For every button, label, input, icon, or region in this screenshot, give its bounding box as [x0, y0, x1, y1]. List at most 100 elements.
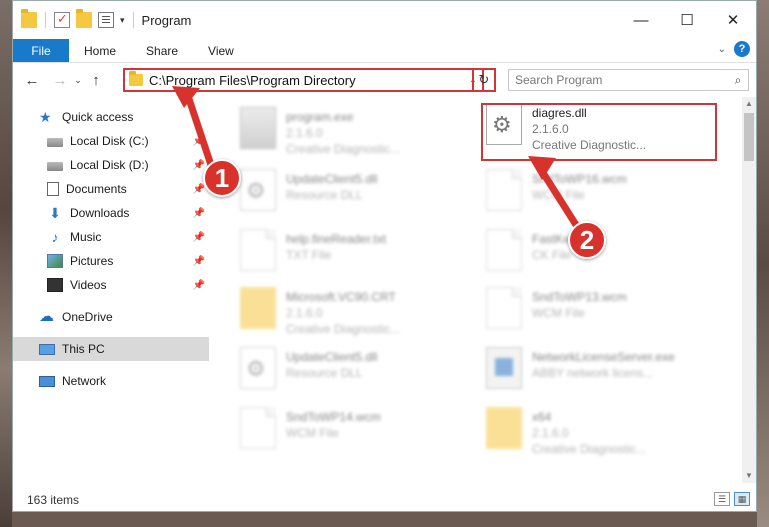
help-icon[interactable]: ?: [734, 41, 750, 57]
properties-check-icon[interactable]: [54, 11, 70, 28]
sidebar-item-label: Music: [70, 230, 102, 244]
search-box[interactable]: ⌕: [508, 69, 749, 91]
pin-icon[interactable]: 📌: [193, 208, 205, 219]
scroll-down-arrow-icon[interactable]: ▼: [742, 469, 756, 483]
tab-home[interactable]: Home: [69, 39, 131, 62]
file-description: Creative Diagnostic...: [286, 322, 401, 336]
file-name: SndToWP16.wcm: [532, 172, 627, 186]
file-version: 2.1.6.0: [532, 426, 569, 440]
drive-icon: [47, 138, 63, 147]
onedrive-cloud-icon: ☁: [39, 308, 54, 325]
new-folder-icon[interactable]: [76, 9, 92, 28]
properties-icon[interactable]: [98, 12, 114, 28]
file-item[interactable]: help.fineReader.txt TXT File: [230, 225, 450, 283]
file-item[interactable]: x64 2.1.6.0 Creative Diagnostic...: [476, 403, 696, 461]
sidebar-item-local-disk-d[interactable]: Local Disk (D:) 📌: [13, 153, 209, 177]
file-type: WCM File: [532, 188, 585, 202]
close-button[interactable]: ✕: [710, 1, 756, 39]
pin-icon[interactable]: 📌: [193, 256, 205, 267]
documents-icon: [47, 182, 59, 196]
file-name: UpdateClient5.dll: [286, 350, 378, 364]
address-path[interactable]: C:\Program Files\Program Directory: [149, 73, 464, 88]
wcm-file-icon: [486, 287, 522, 329]
file-item[interactable]: UpdateClient5.dll Resource DLL: [230, 343, 450, 401]
file-name: SndToWP13.wcm: [532, 290, 627, 304]
file-item[interactable]: SndToWP16.wcm WCM File: [476, 165, 696, 223]
desktop-background-left: [0, 0, 12, 527]
search-input[interactable]: [509, 70, 728, 90]
file-version: 2.1.6.0: [286, 306, 323, 320]
file-name: program.exe: [286, 110, 354, 124]
large-icons-view-icon[interactable]: ▦: [734, 492, 750, 506]
sidebar-item-videos[interactable]: Videos 📌: [13, 273, 209, 297]
scroll-up-arrow-icon[interactable]: ▲: [742, 97, 756, 111]
file-description: Creative Diagnostic...: [532, 442, 647, 456]
sidebar-item-quick-access[interactable]: ★ Quick access: [13, 105, 209, 129]
wcm-file-icon: [240, 407, 276, 449]
status-bar: 163 items ☰ ▦: [13, 489, 756, 511]
pin-icon[interactable]: 📌: [193, 160, 205, 171]
sidebar-item-this-pc[interactable]: This PC: [13, 337, 209, 361]
refresh-icon: ↻: [478, 72, 490, 87]
file-type: CK File: [532, 248, 572, 262]
file-name: SndToWP14.wcm: [286, 410, 381, 424]
sidebar-item-network[interactable]: Network: [13, 369, 209, 393]
forward-button[interactable]: →: [49, 72, 71, 89]
step-2-badge: 2: [568, 221, 606, 259]
desktop-background-right: [757, 0, 769, 527]
network-icon: [39, 375, 55, 387]
sidebar-item-music[interactable]: ♪ Music 📌: [13, 225, 209, 249]
file-name: help.fineReader.txt: [286, 232, 387, 246]
file-type: WCM File: [532, 306, 585, 320]
vertical-scrollbar[interactable]: ▲ ▼: [742, 97, 756, 483]
file-item[interactable]: program.exe 2.1.6.0 Creative Diagnostic...: [230, 103, 450, 161]
expand-ribbon-chevron-icon[interactable]: ⌄: [718, 44, 726, 55]
sidebar-item-pictures[interactable]: Pictures 📌: [13, 249, 209, 273]
file-type: TXT File: [286, 248, 332, 262]
toolbar-divider: [45, 12, 46, 28]
customize-toolbar-chevron-icon[interactable]: ▾: [120, 15, 125, 26]
pin-icon[interactable]: 📌: [193, 136, 205, 147]
pin-icon[interactable]: 📌: [193, 280, 205, 291]
videos-icon: [47, 278, 63, 292]
tab-view[interactable]: View: [193, 39, 249, 62]
file-item[interactable]: SndToWP13.wcm WCM File: [476, 283, 696, 341]
file-item[interactable]: SndToWP14.wcm WCM File: [230, 403, 450, 461]
explorer-window: ▾ Program — ☐ ✕ File Home Share View ⌄ ?…: [12, 0, 757, 512]
ck-file-icon: [486, 229, 522, 271]
downloads-icon: ⬇: [49, 205, 61, 221]
item-count: 163 items: [27, 493, 80, 507]
pin-icon[interactable]: 📌: [193, 184, 205, 195]
file-version: 2.1.6.0: [286, 126, 323, 140]
sidebar-item-onedrive[interactable]: ☁ OneDrive: [13, 305, 209, 329]
address-bar[interactable]: C:\Program Files\Program Directory ⌄: [123, 68, 484, 92]
tab-file[interactable]: File: [13, 39, 69, 62]
tab-share[interactable]: Share: [131, 39, 193, 62]
maximize-button[interactable]: ☐: [664, 1, 710, 39]
minimize-button[interactable]: —: [618, 1, 664, 39]
file-item[interactable]: UpdateClient5.dll Resource DLL: [230, 165, 450, 223]
file-item[interactable]: NetworkLicenseServer.exe ABBY network lic…: [476, 343, 696, 401]
sidebar-item-label: Network: [62, 374, 107, 388]
file-type: WCM File: [286, 426, 339, 440]
toolbar-divider: [132, 12, 134, 28]
pin-icon[interactable]: 📌: [193, 232, 205, 243]
computer-icon: [39, 344, 55, 355]
window-controls: — ☐ ✕: [618, 1, 756, 39]
ribbon-right-controls: ⌄ ?: [718, 41, 750, 57]
back-button[interactable]: ←: [21, 72, 43, 89]
sidebar-item-label: Local Disk (D:): [70, 158, 149, 172]
sidebar-item-documents[interactable]: Documents 📌: [13, 177, 209, 201]
scrollbar-thumb[interactable]: [744, 113, 754, 161]
sidebar-item-local-disk-c[interactable]: Local Disk (C:) 📌: [13, 129, 209, 153]
file-name: NetworkLicenseServer.exe: [532, 350, 675, 364]
search-icon[interactable]: ⌕: [728, 73, 748, 88]
ribbon-tabs: File Home Share View ⌄ ?: [13, 39, 756, 63]
sidebar-item-downloads[interactable]: ⬇ Downloads 📌: [13, 201, 209, 225]
up-button[interactable]: ↑: [85, 72, 107, 89]
refresh-button[interactable]: ↻: [472, 68, 496, 92]
file-item[interactable]: Microsoft.VC90.CRT 2.1.6.0 Creative Diagno…: [230, 283, 450, 341]
window-title: Program: [141, 12, 192, 28]
details-view-icon[interactable]: ☰: [714, 492, 730, 506]
recent-locations-chevron-icon[interactable]: ⌄: [71, 75, 85, 86]
